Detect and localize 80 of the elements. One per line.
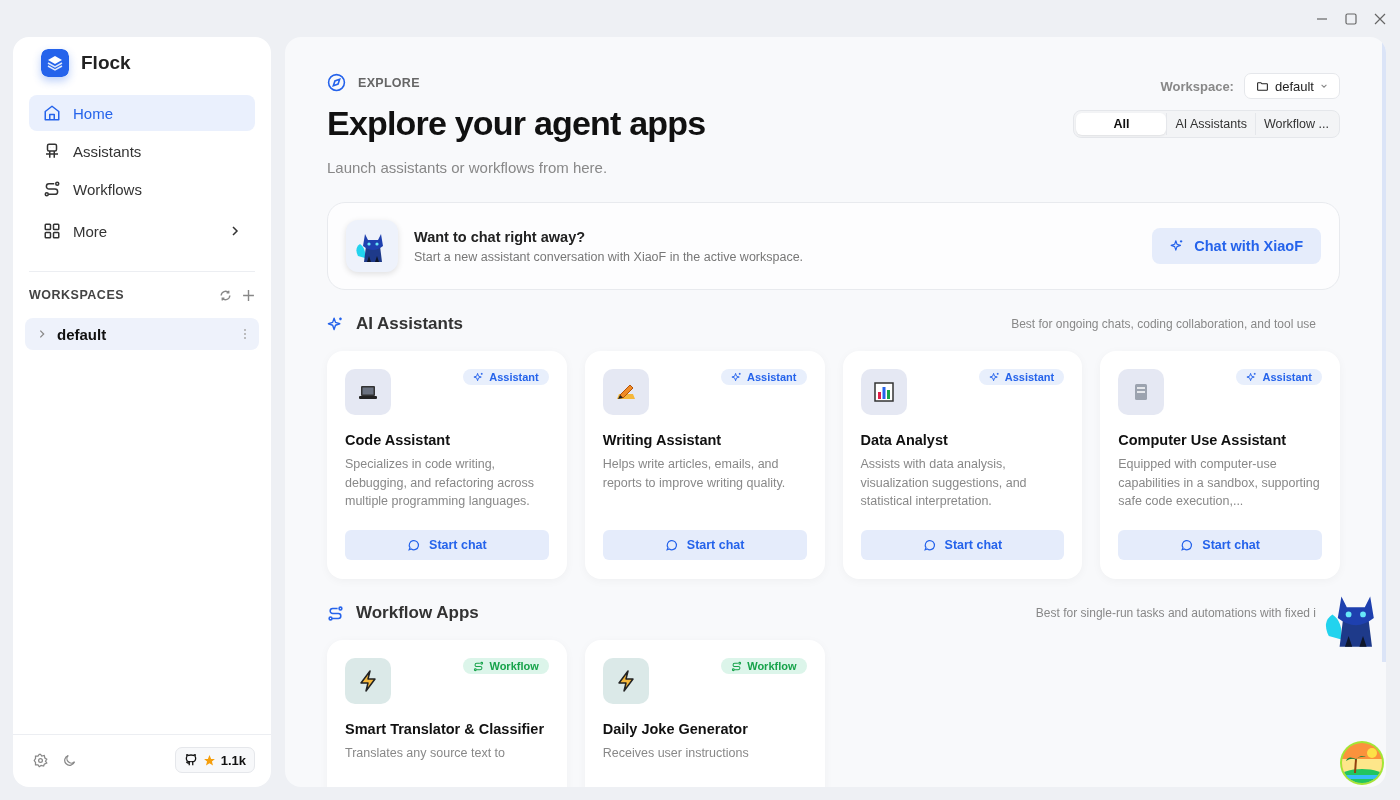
route-icon	[43, 180, 61, 198]
folder-icon	[1255, 79, 1269, 93]
section-title: AI Assistants	[356, 314, 464, 334]
section-heading: WORKSPACES	[29, 288, 126, 302]
app-name: Smart Translator & Classifier	[345, 721, 546, 737]
laptop-icon	[358, 384, 378, 400]
nav-item[interactable]: Assistants	[29, 133, 255, 169]
compass-icon	[327, 73, 346, 92]
home-icon	[43, 104, 61, 122]
section-note: Best for ongoing chats, coding collaboration, and tool use	[1011, 317, 1316, 331]
robot-icon	[43, 142, 61, 160]
start-chat-button[interactable]: Start chat	[1118, 530, 1322, 560]
filter-tab[interactable]: AI Assistants	[1166, 113, 1255, 135]
maximize-icon[interactable]	[1345, 12, 1357, 25]
caret-icon	[1320, 82, 1328, 90]
refresh-icon[interactable]	[219, 288, 232, 302]
page-subtitle: Launch assistants or workflows from here.	[327, 159, 609, 176]
route-icon	[473, 660, 485, 672]
bar-chart-icon	[873, 382, 894, 402]
chat-button[interactable]: Chat with XiaoF	[1152, 228, 1321, 264]
section-title: Workflow Apps	[356, 603, 479, 623]
promo-text: Start a new assistant conversation with XiaoF in the active workspace.	[414, 249, 805, 264]
close-icon[interactable]	[1374, 12, 1386, 25]
sparkle-icon	[988, 371, 1000, 383]
computer-tower-icon	[1134, 383, 1149, 401]
grid-icon	[43, 222, 61, 240]
star-icon	[202, 753, 216, 767]
app-name: Computer Use Assistant	[1118, 432, 1288, 448]
app-description: Equipped with computer-use capabilities in a sandbox, supporting safe code execution,...	[1118, 456, 1321, 510]
nav-item[interactable]: Workflows	[29, 171, 255, 207]
filter-tab[interactable]: All	[1076, 113, 1167, 135]
sparkle-icon	[1246, 371, 1258, 383]
layers-logo-icon	[41, 49, 69, 77]
type-badge: Assistant	[978, 369, 1065, 385]
app-description: Receives user instructions	[602, 745, 750, 762]
promo-title: Want to chat right away?	[414, 228, 587, 245]
chevron-icon[interactable]	[37, 329, 47, 339]
sparkle-icon	[1170, 239, 1185, 253]
chat-bubble-icon	[1180, 538, 1194, 552]
sparkle-icon	[730, 371, 742, 383]
nav-item[interactable]: Home	[29, 95, 255, 131]
chat-bubble-icon	[664, 538, 678, 552]
route-icon	[327, 604, 344, 622]
app-name: Code Assistant	[345, 432, 451, 448]
app-name: Data Analyst	[860, 432, 949, 448]
app-name: Writing Assistant	[602, 432, 723, 448]
github-stars-button[interactable]: 1.1k	[174, 747, 255, 773]
sparkle-icon	[473, 371, 485, 383]
type-badge: Workflow	[463, 658, 549, 674]
app-description: Translates any source text to	[345, 745, 507, 762]
route-icon	[731, 660, 743, 672]
start-chat-button[interactable]: Start chat	[345, 530, 549, 560]
eyebrow-label: EXPLORE	[358, 75, 420, 90]
app-description: Assists with data analysis, visualization suggestions, and statistical interpretation.	[860, 456, 1028, 510]
start-chat-button[interactable]: Start chat	[602, 530, 807, 560]
lightning-icon	[358, 670, 378, 692]
chat-bubble-icon	[407, 538, 421, 552]
page-title: Explore your agent apps	[327, 104, 706, 143]
chat-bubble-icon	[922, 538, 936, 552]
sparkle-icon	[327, 315, 344, 333]
workspace-dropdown[interactable]: default	[1243, 73, 1340, 99]
type-badge: Assistant	[720, 369, 807, 385]
workspace-item[interactable]: default	[25, 318, 259, 350]
nav-item[interactable]: More	[29, 209, 255, 253]
start-chat-button[interactable]: Start chat	[860, 530, 1065, 560]
pencil-icon	[614, 383, 637, 401]
app-description: Specializes in code writing, debugging, and refactoring across multiple programming languages.	[345, 456, 535, 510]
section-note: Best for single-run tasks and automations with fixed i	[1035, 606, 1316, 620]
filter-tab[interactable]: Workflow ...	[1254, 113, 1337, 135]
plus-icon[interactable]	[242, 288, 255, 302]
moon-icon[interactable]	[62, 752, 77, 768]
workspace-label: Workspace:	[1160, 78, 1234, 94]
type-badge: Assistant	[463, 369, 549, 385]
app-name: Daily Joke Generator	[602, 721, 749, 737]
app-description: Helps write articles, emails, and reports to improve writing quality.	[602, 456, 787, 492]
app-name: Flock	[81, 52, 131, 74]
type-badge: Workflow	[721, 658, 807, 674]
settings-icon[interactable]	[33, 752, 48, 768]
lightning-icon	[615, 670, 636, 692]
type-badge: Assistant	[1236, 369, 1322, 385]
